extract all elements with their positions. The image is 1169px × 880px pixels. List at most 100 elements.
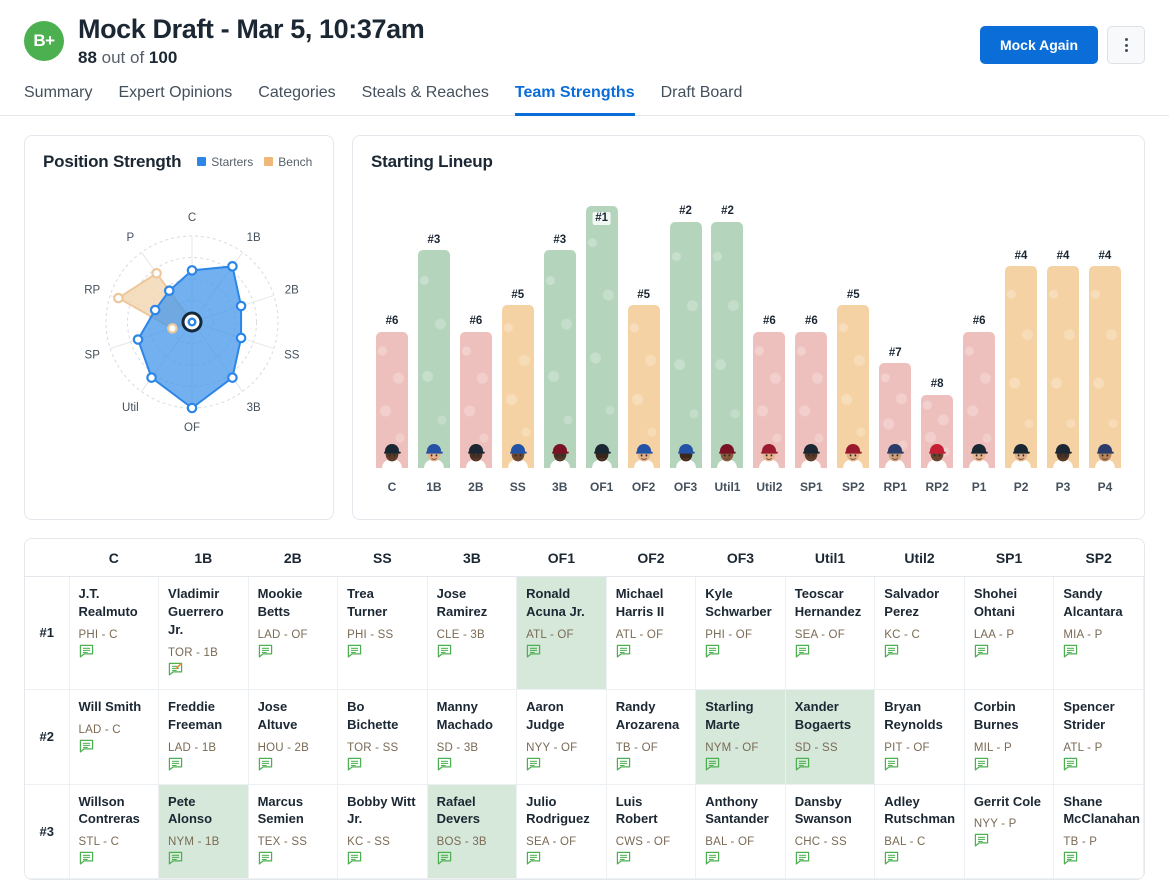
comment-icon[interactable] xyxy=(884,644,899,659)
bar-column[interactable]: #5 SS xyxy=(497,182,539,494)
radar-data-point[interactable] xyxy=(167,322,178,334)
player-cell[interactable]: Freddie Freeman LAD - 1B xyxy=(158,688,249,785)
player-cell[interactable]: Adley Rutschman BAL - C xyxy=(874,783,965,880)
lineup-bar[interactable] xyxy=(1046,266,1079,468)
bar-column[interactable]: #6 2B xyxy=(455,182,497,494)
comment-icon[interactable] xyxy=(258,757,273,772)
comment-icon[interactable] xyxy=(1063,644,1078,659)
comment-icon[interactable] xyxy=(1063,757,1078,772)
player-cell[interactable]: Vladimir Guerrero Jr. TOR - 1B xyxy=(158,575,249,690)
player-cell[interactable]: Luis Robert CWS - OF xyxy=(605,783,697,880)
comment-icon[interactable] xyxy=(79,739,94,754)
lineup-bar[interactable] xyxy=(1005,266,1038,468)
player-cell[interactable]: Shohei Ohtani LAA - P xyxy=(963,575,1055,690)
comment-icon[interactable] xyxy=(437,851,452,866)
comment-icon[interactable] xyxy=(347,757,362,772)
comment-icon[interactable] xyxy=(526,757,541,772)
comment-icon[interactable] xyxy=(347,644,362,659)
comment-icon[interactable] xyxy=(79,644,94,659)
tab-steals-reaches[interactable]: Steals & Reaches xyxy=(362,84,489,116)
player-cell[interactable]: Corbin Burnes MIL - P xyxy=(963,688,1055,785)
player-cell[interactable]: Will Smith LAD - C xyxy=(68,688,160,785)
comment-icon[interactable] xyxy=(705,757,720,772)
lineup-bar[interactable] xyxy=(1088,266,1121,468)
player-cell[interactable]: Bo Bichette TOR - SS xyxy=(337,688,428,785)
comment-icon[interactable] xyxy=(884,757,899,772)
tab-expert-opinions[interactable]: Expert Opinions xyxy=(118,84,232,116)
tab-summary[interactable]: Summary xyxy=(24,84,92,116)
radar-data-point[interactable] xyxy=(227,260,238,272)
player-cell[interactable]: J.T. Realmuto PHI - C xyxy=(68,575,160,690)
player-cell[interactable]: Jose Ramirez CLE - 3B xyxy=(426,575,518,690)
tab-categories[interactable]: Categories xyxy=(258,84,335,116)
player-cell[interactable]: Manny Machado SD - 3B xyxy=(426,688,518,785)
radar-data-point[interactable] xyxy=(163,285,175,296)
bar-column[interactable]: #4 P4 xyxy=(1084,182,1126,494)
player-cell[interactable]: Sandy Alcantara MIA - P xyxy=(1053,575,1144,690)
radar-data-point[interactable] xyxy=(235,300,247,312)
player-cell[interactable]: Pete Alonso NYM - 1B xyxy=(158,783,249,880)
bar-column[interactable]: #1 OF1 xyxy=(581,182,623,494)
bar-column[interactable]: #6 SP1 xyxy=(790,182,832,494)
comment-icon[interactable] xyxy=(884,851,899,866)
radar-data-point[interactable] xyxy=(186,264,198,276)
comment-icon[interactable] xyxy=(795,757,810,772)
lineup-bar[interactable] xyxy=(459,331,492,468)
comment-icon[interactable] xyxy=(168,851,183,866)
bar-column[interactable]: #2 OF3 xyxy=(665,182,707,494)
comment-icon[interactable] xyxy=(705,644,720,659)
comment-icon[interactable] xyxy=(258,851,273,866)
player-cell[interactable]: Rafael Devers BOS - 3B xyxy=(426,783,518,880)
player-cell[interactable]: Michael Harris II ATL - OF xyxy=(605,575,697,690)
comment-icon[interactable] xyxy=(437,644,452,659)
player-cell[interactable]: Salvador Perez KC - C xyxy=(874,575,965,690)
comment-icon[interactable] xyxy=(258,644,273,659)
bar-column[interactable]: #4 P2 xyxy=(1000,182,1042,494)
player-cell[interactable]: Gerrit Cole NYY - P xyxy=(963,783,1055,880)
lineup-bar[interactable] xyxy=(963,331,996,468)
radar-data-point[interactable] xyxy=(132,334,144,345)
bar-column[interactable]: #7 RP1 xyxy=(874,182,916,494)
lineup-bar[interactable] xyxy=(375,331,408,468)
comment-icon[interactable] xyxy=(526,851,541,866)
lineup-bar[interactable] xyxy=(627,305,660,468)
comment-icon[interactable] xyxy=(616,851,631,866)
player-cell[interactable]: Teoscar Hernandez SEA - OF xyxy=(784,575,876,690)
comment-icon[interactable] xyxy=(705,851,720,866)
lineup-bar[interactable] xyxy=(753,331,786,468)
player-cell[interactable]: Mookie Betts LAD - OF xyxy=(247,575,339,690)
player-cell[interactable]: Starling Marte NYM - OF xyxy=(695,688,786,785)
comment-icon[interactable] xyxy=(1063,851,1078,866)
comment-icon[interactable] xyxy=(795,851,810,866)
radar-data-point[interactable] xyxy=(235,332,247,344)
legend-item-starters[interactable]: Starters xyxy=(197,155,253,169)
comment-edit-icon[interactable] xyxy=(168,662,183,677)
comment-icon[interactable] xyxy=(616,757,631,772)
player-cell[interactable]: Ronald Acuna Jr. ATL - OF xyxy=(516,575,607,690)
bar-column[interactable]: #6 C xyxy=(371,182,413,494)
comment-icon[interactable] xyxy=(974,757,989,772)
player-cell[interactable]: Shane McClanahan TB - P xyxy=(1053,783,1144,880)
comment-icon[interactable] xyxy=(974,833,989,848)
tab-draft-board[interactable]: Draft Board xyxy=(661,84,743,116)
bar-column[interactable]: #3 1B xyxy=(413,182,455,494)
player-cell[interactable]: Jose Altuve HOU - 2B xyxy=(247,688,339,785)
lineup-bar[interactable] xyxy=(501,305,534,468)
radar-data-point[interactable] xyxy=(146,372,157,383)
lineup-bar[interactable]: #1 xyxy=(585,205,618,468)
comment-icon[interactable] xyxy=(79,851,94,866)
lineup-bar[interactable] xyxy=(543,250,576,468)
lineup-bar[interactable] xyxy=(669,221,702,468)
lineup-bar[interactable] xyxy=(795,331,828,468)
mock-again-button[interactable]: Mock Again xyxy=(979,26,1098,64)
radar-data-point[interactable] xyxy=(186,402,198,414)
player-cell[interactable]: Bobby Witt Jr. KC - SS xyxy=(337,783,428,880)
lineup-bar[interactable] xyxy=(921,394,954,468)
comment-icon[interactable] xyxy=(437,757,452,772)
player-cell[interactable]: Marcus Semien TEX - SS xyxy=(247,783,339,880)
player-cell[interactable]: Kyle Schwarber PHI - OF xyxy=(695,575,786,690)
comment-icon[interactable] xyxy=(168,757,183,772)
bar-column[interactable]: #6 Util2 xyxy=(748,182,790,494)
player-cell[interactable]: Bryan Reynolds PIT - OF xyxy=(874,688,965,785)
kebab-menu-icon[interactable] xyxy=(1107,26,1145,64)
